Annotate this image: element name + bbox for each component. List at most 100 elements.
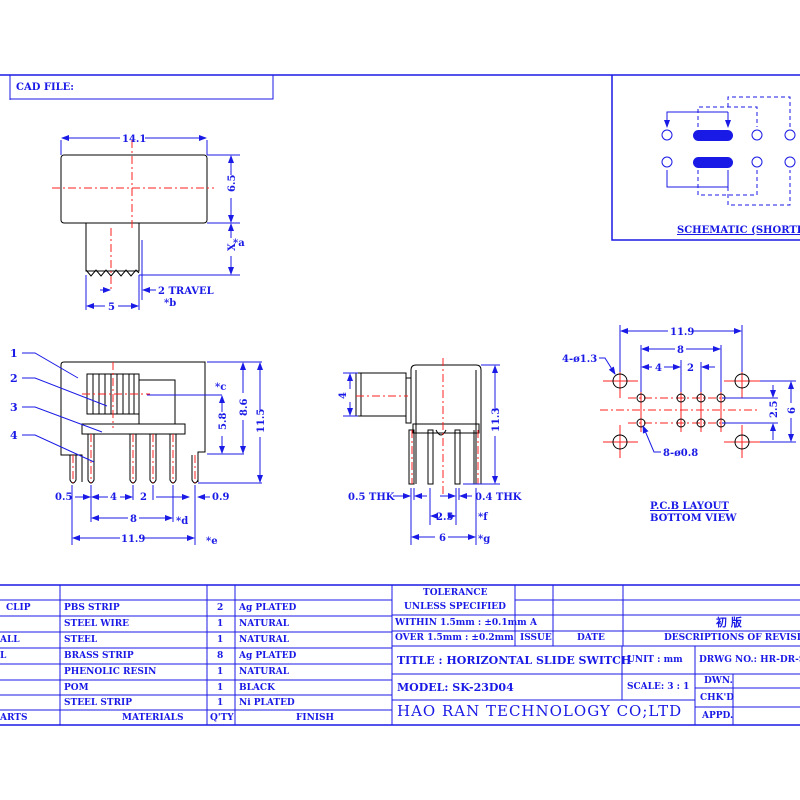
revision-label: DESCRIPTIONS OF REVISION — [664, 633, 800, 643]
pcb-dim-4: 4 — [655, 363, 662, 374]
dim-5-8: 5.8 — [218, 413, 229, 430]
issue-label: ISSUE — [520, 633, 552, 643]
dim-0-9: 0.9 — [212, 492, 229, 503]
dim-pitch-2: 2 — [140, 492, 147, 503]
pcb-layout: 11.9 8 4 2 2.5 6 4-ø1.3 8-ø0.8 P.C.B LAY… — [562, 325, 798, 524]
note-b: *b — [164, 298, 176, 309]
bom-qty: 1 — [217, 619, 224, 629]
pcb-dim-8: 8 — [677, 345, 684, 356]
terminal-circle — [784, 129, 796, 141]
bom-qty: 1 — [217, 683, 224, 693]
pcb-dim-2: 2 — [687, 363, 694, 374]
note-d: *d — [176, 516, 188, 527]
note-a: *a — [233, 238, 245, 249]
dim-actuator-width: 5 — [108, 302, 115, 313]
pcb-dim-11-9: 11.9 — [670, 327, 694, 338]
bom-qty: 1 — [217, 698, 224, 708]
tolerance-subtitle: UNLESS SPECIFIED — [404, 602, 506, 612]
bom-finish: Ni PLATED — [239, 698, 295, 708]
schematic-title: SCHEMATIC (SHORTING) — [677, 225, 800, 236]
approved-by-label: APPD. — [702, 711, 734, 721]
bom-material: POM — [64, 683, 89, 693]
model-number: MODEL: SK-23D04 — [397, 681, 514, 694]
bom-material: BRASS STRIP — [64, 651, 134, 661]
dim-pitch-4: 4 — [110, 492, 117, 503]
bom-part: CLIP — [6, 603, 31, 613]
note-c: *c — [215, 382, 226, 393]
callout-2: 2 — [10, 372, 18, 385]
callout-4: 4 — [10, 429, 18, 442]
date-label: DATE — [577, 633, 605, 643]
terminal-circle — [751, 129, 763, 141]
schematic-box: SCHEMATIC (SHORTING) — [611, 75, 800, 241]
dim-11-5: 11.5 — [256, 409, 267, 433]
bom-header-finish: FINISH — [296, 713, 335, 723]
dim-width-6: 6 — [439, 533, 446, 544]
note-g: *g — [478, 534, 490, 545]
revision-value: 初 版 — [716, 616, 742, 629]
terminal-circle — [784, 156, 796, 168]
sheet-frame — [0, 74, 800, 100]
drawn-by-label: DWN. — [704, 676, 733, 686]
drawing-number: DRWG NO.: HR-DR-S — [699, 655, 800, 665]
bom-material: STEEL WIRE — [64, 619, 130, 629]
dim-body-height: 6.5 — [227, 175, 238, 192]
pcb-title: P.C.B LAYOUT — [650, 501, 729, 512]
company-name: HAO RAN TECHNOLOGY CO;LTD — [397, 702, 683, 720]
dim-8-6: 8.6 — [239, 399, 250, 416]
dim-actuator-4: 4 — [338, 392, 349, 399]
tolerance-title: TOLERANCE — [423, 588, 488, 598]
bom-finish: NATURAL — [239, 667, 290, 677]
housing-outline — [60, 361, 206, 482]
issue-value: A — [530, 618, 537, 628]
switch-body-outline — [60, 154, 208, 224]
callout-1: 1 — [10, 347, 18, 360]
terminal-circle — [751, 156, 763, 168]
bom-qty: 1 — [217, 667, 224, 677]
bom-material: PHENOLIC RESIN — [64, 667, 157, 677]
dim-pitch-2-5: 2.5 — [436, 512, 453, 523]
bom-header-materials: MATERIALS — [122, 713, 184, 723]
pcb-dim-6: 6 — [787, 407, 798, 414]
front-view: 1 2 3 4 5.8 8.6 11.5 *c 0.5 4 2 0.9 8 *d… — [10, 347, 267, 547]
bom-header-parts: ARTS — [0, 713, 28, 723]
note-e: *e — [206, 536, 218, 547]
dim-height-11-3: 11.3 — [491, 408, 502, 432]
callout-3: 3 — [10, 401, 18, 414]
bom-finish: Ag PLATED — [239, 651, 297, 661]
base-plate — [81, 423, 186, 435]
drawing-title: TITLE : HORIZONTAL SLIDE SWITCH — [397, 654, 632, 667]
schematic-diagram — [661, 96, 796, 206]
bom-material: PBS STRIP — [64, 603, 120, 613]
tolerance-over: OVER 1.5mm : ±0.2mm — [395, 633, 514, 643]
mount-hole-spec: 4-ø1.3 — [562, 354, 597, 365]
bom-qty: 8 — [217, 651, 224, 661]
bom-finish: NATURAL — [239, 635, 290, 645]
checked-by-label: CHK'D — [700, 693, 735, 703]
bom-material: STEEL — [64, 635, 98, 645]
bom-finish: BLACK — [239, 683, 275, 693]
terminal-circle — [661, 129, 673, 141]
side-view: 4 11.3 0.5 THK 0.4 THK 2.5 *f 6 *g — [338, 358, 522, 545]
note-f: *f — [478, 512, 488, 523]
bom-finish: Ag PLATED — [239, 603, 297, 613]
shorting-bar — [693, 157, 733, 168]
unit-label: UNIT : mm — [627, 655, 683, 665]
bom-qty: 1 — [217, 635, 224, 645]
tolerance-within: WITHIN 1.5mm : ±0.1mm — [395, 618, 527, 628]
dim-0-5: 0.5 — [55, 492, 72, 503]
pcb-subtitle: BOTTOM VIEW — [650, 513, 737, 524]
pcb-dim-2-5: 2.5 — [769, 401, 780, 418]
bom-header-qty: Q'TY — [210, 713, 234, 723]
cad-file-label: CAD FILE: — [16, 82, 74, 93]
bom-material: STEEL STRIP — [64, 698, 133, 708]
bom-part: L — [0, 651, 7, 661]
bom-qty: 2 — [217, 603, 224, 613]
top-view: 14.1 6.5 X *a 5 2 TRAVEL *b — [52, 134, 245, 313]
pin-hole-spec: 8-ø0.8 — [663, 448, 698, 459]
scale-label: SCALE: 3 : 1 — [627, 682, 690, 692]
terminal-circle — [661, 156, 673, 168]
terminal-pins — [69, 434, 199, 484]
dim-span-8: 8 — [130, 514, 137, 525]
dim-body-width: 14.1 — [122, 134, 146, 145]
